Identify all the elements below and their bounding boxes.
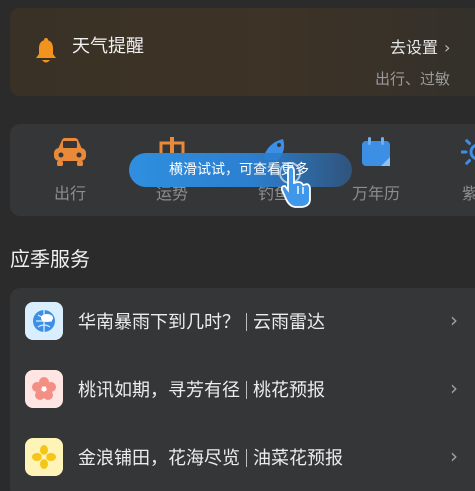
uv-sun-icon [438, 134, 475, 170]
weather-reminder-card[interactable]: 天气提醒 去设置 › 出行、过敏 [10, 8, 475, 96]
chevron-right-icon: › [450, 308, 458, 332]
divider [246, 381, 247, 399]
list-item[interactable]: 桃讯如期，寻芳有径 桃花预报 › [10, 356, 475, 424]
go-settings-link[interactable]: 去设置 › [390, 34, 450, 58]
list-item[interactable]: 金浪铺田，花海尽览 油菜花预报 › [10, 424, 475, 491]
service-title: 华南暴雨下到几时？ [78, 312, 240, 333]
section-title: 应季服务 [10, 247, 90, 271]
chevron-right-icon: › [450, 376, 458, 400]
divider [246, 313, 247, 331]
car-icon [30, 134, 110, 170]
divider [246, 449, 247, 467]
cloud-radar-icon [25, 302, 63, 340]
reminder-title: 天气提醒 [72, 36, 144, 57]
service-title: 桃讯如期，寻芳有径 [78, 380, 240, 401]
service-title: 金浪铺田，花海尽览 [78, 448, 240, 469]
go-settings-label: 去设置 [390, 38, 439, 57]
bell-icon [34, 38, 58, 68]
tool-label: 紫外 [461, 184, 475, 203]
chevron-right-icon: › [444, 38, 451, 57]
chevron-right-icon: › [450, 444, 458, 468]
tool-uv[interactable]: 紫外 [438, 134, 475, 204]
seasonal-services-list: 华南暴雨下到几时？ 云雨雷达 › 桃讯如期，寻芳有径 桃花预报 › 金浪铺田，花… [10, 288, 475, 491]
scroll-hint-tooltip: 横滑试试，可查看更多 [129, 153, 352, 187]
reminder-subtitle: 出行、过敏 [375, 70, 451, 88]
swipe-hand-icon [276, 161, 316, 213]
peach-blossom-icon [25, 370, 63, 408]
tool-travel[interactable]: 出行 [30, 134, 110, 204]
weather-tools-page: 天气提醒 去设置 › 出行、过敏 出行 运势 钓鱼 万年历 紫 横滑试试，可查看… [0, 0, 475, 491]
list-item[interactable]: 华南暴雨下到几时？ 云雨雷达 › [10, 288, 475, 356]
tool-label: 万年历 [351, 184, 400, 203]
service-tag: 桃花预报 [253, 380, 325, 401]
service-tag: 云雨雷达 [253, 312, 325, 333]
tool-label: 出行 [53, 184, 86, 203]
rapeseed-flower-icon [25, 438, 63, 476]
service-tag: 油菜花预报 [253, 448, 343, 469]
